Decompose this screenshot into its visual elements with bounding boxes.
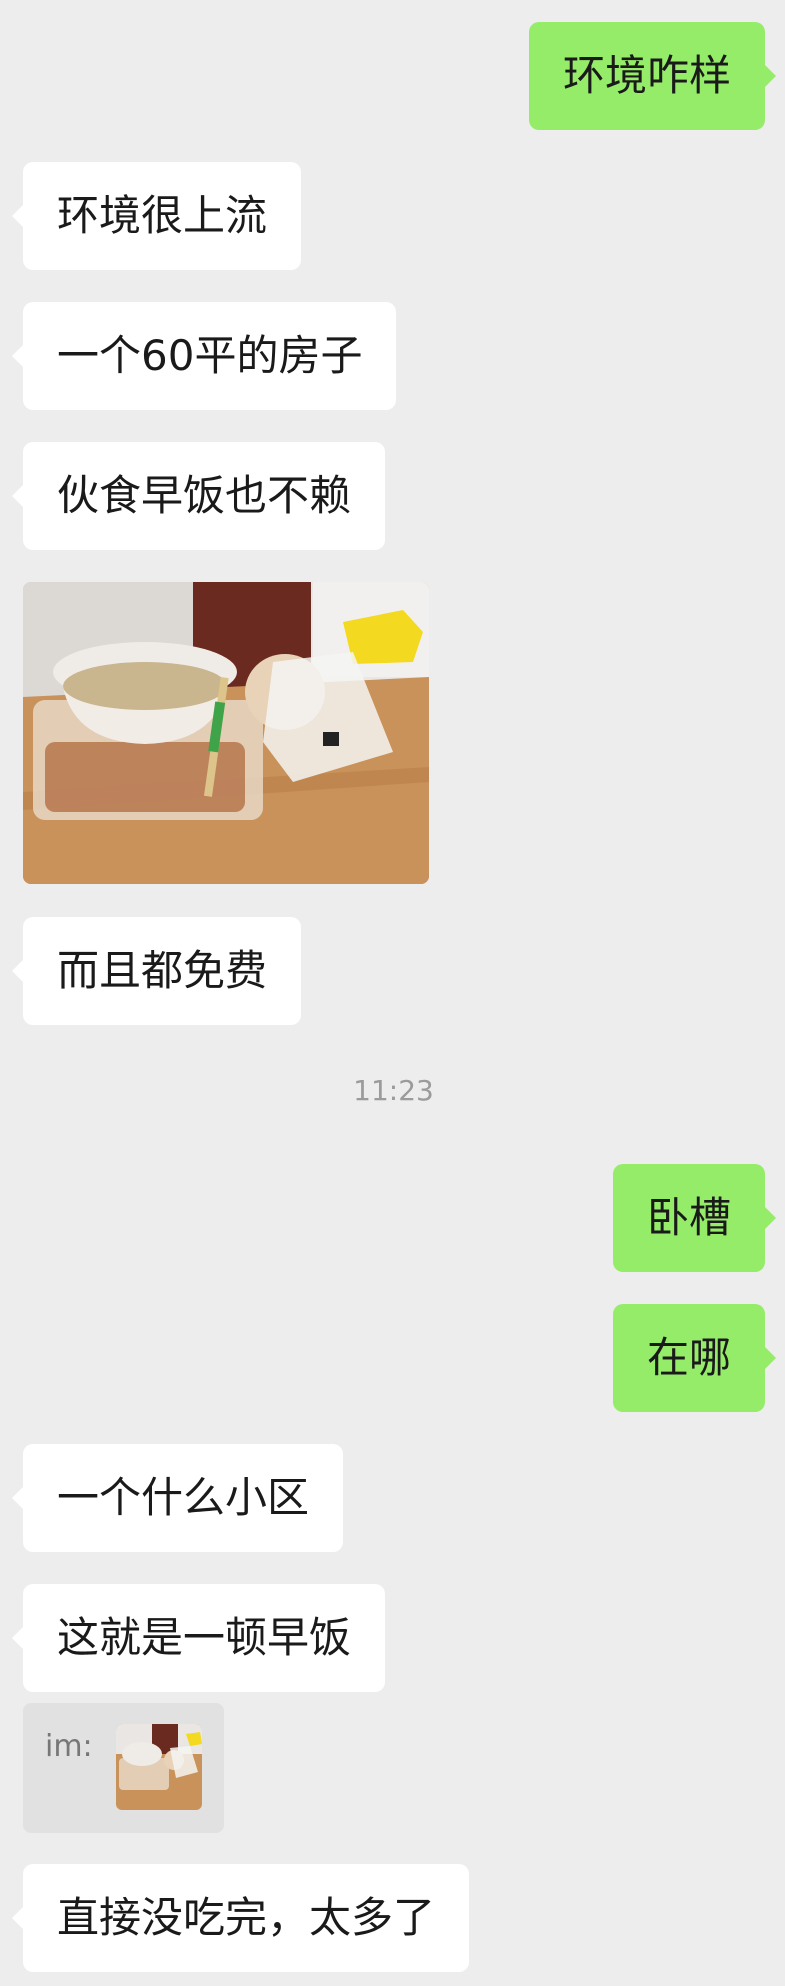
message-text: 环境很上流 — [57, 191, 268, 240]
message-outgoing[interactable]: 在哪 — [612, 1304, 777, 1412]
chat-message-list[interactable]: 环境咋样 环境很上流 一个60平的房子 伙食早饭也不赖 而且都免费 11:23 … — [0, 0, 785, 1986]
message-text: 而且都免费 — [57, 946, 268, 995]
message-image[interactable] — [23, 582, 429, 884]
message-text: 一个什么小区 — [57, 1473, 310, 1522]
message-incoming[interactable]: 环境很上流 — [11, 162, 302, 270]
message-incoming[interactable]: 一个60平的房子 — [11, 302, 397, 410]
quote-label: im: — [45, 1729, 93, 1764]
message-incoming[interactable]: 一个什么小区 — [11, 1444, 344, 1552]
message-text: 直接没吃完，太多了 — [57, 1893, 436, 1942]
message-text: 在哪 — [646, 1333, 731, 1382]
message-incoming[interactable]: 这就是一顿早饭 — [11, 1584, 386, 1692]
breakfast-photo — [23, 582, 429, 884]
message-text: 这就是一顿早饭 — [57, 1613, 352, 1662]
message-incoming[interactable]: 而且都免费 — [11, 917, 302, 1025]
timestamp: 11:23 — [0, 1074, 785, 1107]
message-text: 伙食早饭也不赖 — [57, 471, 352, 520]
message-outgoing[interactable]: 卧槽 — [612, 1164, 777, 1272]
quoted-reply[interactable]: im: — [23, 1703, 224, 1833]
message-text: 一个60平的房子 — [57, 331, 363, 380]
message-incoming[interactable]: 伙食早饭也不赖 — [11, 442, 386, 550]
timestamp-text: 11:23 — [353, 1074, 434, 1107]
message-outgoing[interactable]: 环境咋样 — [528, 22, 777, 130]
message-text: 环境咋样 — [562, 51, 731, 100]
breakfast-photo-thumbnail — [116, 1724, 202, 1810]
message-incoming[interactable]: 直接没吃完，太多了 — [11, 1864, 470, 1972]
quote-thumbnail[interactable] — [116, 1724, 202, 1810]
message-text: 卧槽 — [646, 1193, 731, 1242]
